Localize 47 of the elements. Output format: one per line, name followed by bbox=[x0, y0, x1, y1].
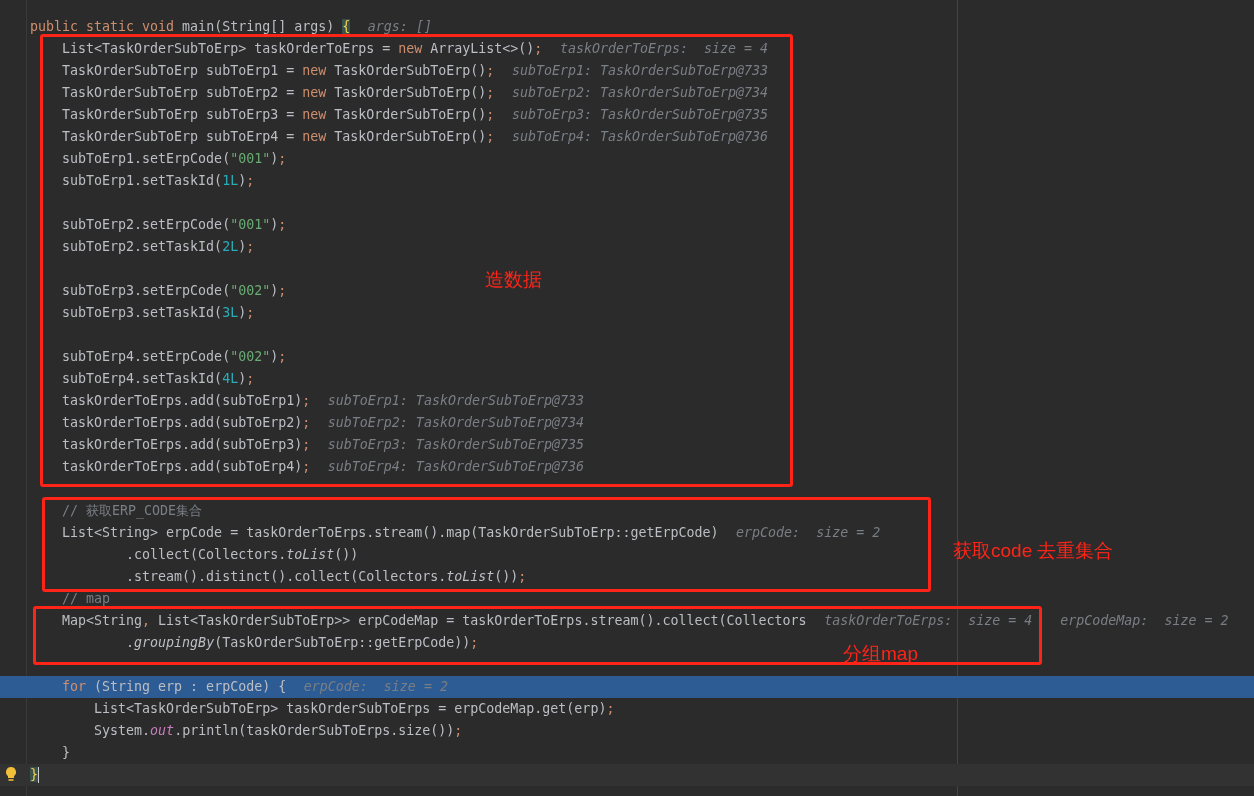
code-line: for (String erp : erpCode) { bbox=[61, 678, 287, 696]
code-line: subToErp4.setTaskId(4L); bbox=[61, 370, 255, 388]
code-line: List<TaskOrderSubToErp> taskOrderToErps = new ArrayList<>(); bbox=[61, 40, 543, 58]
code-line: TaskOrderSubToErp subToErp3 = new TaskOrderSubToErp(); bbox=[61, 106, 495, 124]
code-line: taskOrderToErps.add(subToErp1); bbox=[61, 392, 311, 410]
inline-value-hint: taskOrderToErps: size = 4 bbox=[560, 40, 769, 58]
inline-value-hint: subToErp1: TaskOrderSubToErp@733 bbox=[511, 62, 769, 80]
code-line: subToErp2.setTaskId(2L); bbox=[61, 238, 255, 256]
inline-value-hint: taskOrderToErps: size = 4 bbox=[824, 612, 1033, 630]
inline-value-hint: subToErp4: TaskOrderSubToErp@736 bbox=[327, 458, 584, 476]
code-line: List<TaskOrderSubToErp> taskOrderSubToErps = erpCodeMap.get(erp); bbox=[93, 700, 615, 718]
code-line: System.out.println(taskOrderSubToErps.size()); bbox=[93, 722, 463, 740]
code-line: } bbox=[61, 744, 71, 762]
code-line: subToErp3.setErpCode("002"); bbox=[61, 282, 287, 300]
code-line: taskOrderToErps.add(subToErp4); bbox=[61, 458, 311, 476]
inline-value-hint: subToErp3: TaskOrderSubToErp@735 bbox=[511, 106, 769, 124]
inline-value-hint: erpCode: size = 2 bbox=[303, 678, 448, 696]
code-line: TaskOrderSubToErp subToErp2 = new TaskOrderSubToErp(); bbox=[61, 84, 495, 102]
annotation-label: 获取code 去重集合 bbox=[953, 539, 1114, 563]
code-line: taskOrderToErps.add(subToErp3); bbox=[61, 436, 311, 454]
code-line: subToErp4.setErpCode("002"); bbox=[61, 348, 287, 366]
code-line: subToErp1.setTaskId(1L); bbox=[61, 172, 255, 190]
annotation-label: 分组map bbox=[843, 642, 918, 666]
inline-value-hint: erpCodeMap: size = 2 bbox=[1060, 612, 1229, 630]
code-line: // 获取ERP_CODE集合 bbox=[61, 502, 203, 521]
code-line: TaskOrderSubToErp subToErp1 = new TaskOrderSubToErp(); bbox=[61, 62, 495, 80]
annotation-label: 造数据 bbox=[485, 268, 542, 292]
code-line: // map bbox=[61, 590, 111, 608]
code-line: taskOrderToErps.add(subToErp2); bbox=[61, 414, 311, 432]
code-line: Map<String, List<TaskOrderSubToErp>> erpCodeMap = taskOrderToErps.stream().collect(Collectors bbox=[61, 612, 807, 630]
inline-value-hint: erpCode: size = 2 bbox=[736, 524, 881, 542]
inline-value-hint: args: [] bbox=[367, 18, 432, 36]
inline-value-hint: subToErp4: TaskOrderSubToErp@736 bbox=[511, 128, 769, 146]
inline-value-hint: subToErp1: TaskOrderSubToErp@733 bbox=[327, 392, 584, 410]
inline-value-hint: subToErp3: TaskOrderSubToErp@735 bbox=[327, 436, 584, 454]
inline-value-hint: subToErp2: TaskOrderSubToErp@734 bbox=[511, 84, 769, 102]
code-line: .collect(Collectors.toList()) bbox=[125, 546, 359, 564]
inline-value-hint: subToErp2: TaskOrderSubToErp@734 bbox=[327, 414, 584, 432]
code-line: subToErp1.setErpCode("001"); bbox=[61, 150, 287, 168]
code-line: List<String> erpCode = taskOrderToErps.stream().map(TaskOrderSubToErp::getErpCode) bbox=[61, 524, 719, 542]
code-line: .groupingBy(TaskOrderSubToErp::getErpCode)); bbox=[125, 634, 479, 652]
code-line: subToErp2.setErpCode("001"); bbox=[61, 216, 287, 234]
code-line: public static void main(String[] args) { bbox=[30, 18, 351, 36]
lightbulb-icon[interactable] bbox=[5, 766, 17, 782]
code-line: .stream().distinct().collect(Collectors.toList()); bbox=[125, 568, 527, 586]
code-line: subToErp3.setTaskId(3L); bbox=[61, 304, 255, 322]
code-line: TaskOrderSubToErp subToErp4 = new TaskOrderSubToErp(); bbox=[61, 128, 495, 146]
